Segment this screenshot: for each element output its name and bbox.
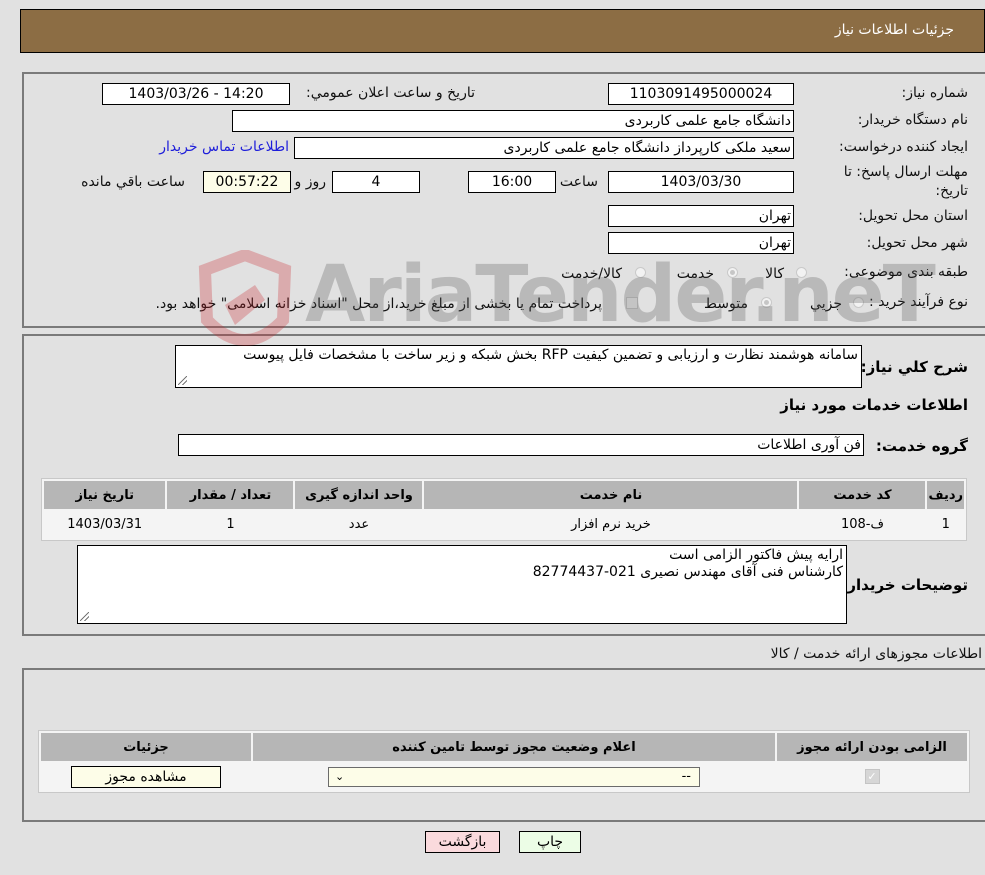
cell-unit: عدد	[295, 511, 423, 538]
category-goods-radio[interactable]	[796, 267, 807, 278]
col-permit-details: جزئیات	[41, 733, 251, 761]
buyer-notes-label: توضیحات خریدار:	[841, 576, 968, 594]
category-service-radio[interactable]	[727, 267, 738, 278]
city-field: تهران	[608, 232, 794, 254]
col-unit: واحد اندازه گیری	[295, 481, 423, 509]
announce-datetime-field: 1403/03/26 - 14:20	[102, 83, 290, 105]
category-service-label: خدمت	[676, 266, 714, 282]
col-service-name: نام خدمت	[424, 481, 798, 509]
service-group-label: گروه خدمت:	[875, 437, 968, 455]
permits-table-header: الزامی بودن ارائه مجوز اعلام وضعیت مجوز …	[41, 733, 967, 761]
col-quantity: تعداد / مقدار	[167, 481, 294, 509]
col-permit-status: اعلام وضعیت مجوز توسط تامین کننده	[253, 733, 775, 761]
col-row-number: ردیف	[927, 481, 964, 509]
creator-label: ایجاد کننده درخواست:	[839, 139, 968, 155]
treasury-checkbox[interactable]	[626, 297, 638, 309]
category-label: طبقه بندی موضوعی:	[844, 264, 968, 280]
chevron-down-icon: ⌄	[335, 769, 345, 783]
cell-quantity: 1	[167, 511, 294, 538]
print-button[interactable]: چاپ	[519, 831, 581, 853]
process-type-label: نوع فرآیند خرید :	[869, 294, 968, 310]
buyer-notes-line-2: کارشناس فنی آقای مهندس نصیری 021-8277443…	[532, 564, 843, 580]
col-service-code: کد خدمت	[799, 481, 926, 509]
description-label: شرح کلي نیاز:	[860, 358, 968, 376]
cell-permit-details: مشاهده مجوز	[41, 763, 251, 790]
process-small-radio[interactable]	[853, 297, 864, 308]
announce-label: تاریخ و ساعت اعلان عمومي:	[306, 85, 475, 101]
resize-grip-icon[interactable]	[80, 612, 89, 621]
need-details-panel: شماره نیاز: 1103091495000024 تاریخ و ساع…	[22, 72, 985, 328]
buyer-notes-textarea[interactable]: ارایه پیش فاکتور الزامی است کارشناس فنی …	[77, 545, 847, 624]
time-remaining-label: ساعت باقي مانده	[81, 174, 185, 190]
buyer-contact-link[interactable]: اطلاعات تماس خریدار	[159, 139, 289, 155]
permit-status-select[interactable]: -- ⌄	[328, 766, 700, 787]
deadline-label-2: تاریخ:	[935, 183, 968, 199]
cell-row-number: 1	[927, 511, 964, 538]
buyer-org-field: دانشگاه جامع علمی کاربردی	[232, 110, 794, 132]
deadline-time-label: ساعت	[559, 174, 598, 190]
permits-title: اطلاعات مجوزهای ارائه خدمت / کالا	[770, 646, 982, 662]
services-table-header: ردیف کد خدمت نام خدمت واحد اندازه گیری ت…	[44, 481, 964, 509]
buyer-org-label: نام دستگاه خریدار:	[857, 112, 968, 128]
category-goods-label: کالا	[765, 266, 784, 282]
col-need-date: تاریخ نیاز	[44, 481, 166, 509]
services-table: ردیف کد خدمت نام خدمت واحد اندازه گیری ت…	[41, 478, 967, 541]
days-label: روز و	[294, 174, 327, 190]
days-remaining-field: 4	[332, 171, 420, 193]
category-goods-service-label: کالا/خدمت	[561, 266, 622, 282]
permits-table: الزامی بودن ارائه مجوز اعلام وضعیت مجوز …	[38, 730, 970, 793]
view-permit-button[interactable]: مشاهده مجوز	[71, 765, 221, 788]
table-row: ✓ -- ⌄ مشاهده مجوز	[41, 763, 967, 790]
cell-permit-required: ✓	[777, 763, 967, 790]
treasury-checkbox-label: پرداخت تمام یا بخشی از مبلغ خرید،از محل …	[155, 296, 602, 312]
need-description-panel: شرح کلي نیاز: سامانه هوشمند نظارت و ارزی…	[22, 334, 985, 636]
description-text: سامانه هوشمند نظارت و ارزیابی و تضمین کی…	[243, 347, 858, 363]
time-remaining-field: 00:57:22	[203, 171, 291, 193]
cell-permit-status: -- ⌄	[253, 763, 775, 790]
process-small-label: جزیي	[810, 296, 842, 312]
category-goods-service-radio[interactable]	[635, 267, 646, 278]
creator-field: سعید ملکی کارپرداز دانشگاه جامع علمی کار…	[294, 137, 794, 159]
description-textarea[interactable]: سامانه هوشمند نظارت و ارزیابی و تضمین کی…	[175, 345, 862, 388]
page-title: جزئیات اطلاعات نیاز	[834, 22, 954, 38]
deadline-date-field: 1403/03/30	[608, 171, 794, 193]
permit-required-checkbox[interactable]: ✓	[864, 769, 880, 784]
col-permit-required: الزامی بودن ارائه مجوز	[777, 733, 967, 761]
buyer-notes-line-1: ارایه پیش فاکتور الزامی است	[669, 547, 843, 563]
deadline-label: مهلت ارسال پاسخ: تا	[843, 164, 968, 180]
page-header: جزئیات اطلاعات نیاز	[20, 9, 985, 53]
table-row: 1 ف-108 خرید نرم افزار عدد 1 1403/03/31	[44, 511, 964, 538]
cell-need-date: 1403/03/31	[44, 511, 166, 538]
deadline-time-field: 16:00	[468, 171, 556, 193]
cell-service-name: خرید نرم افزار	[424, 511, 798, 538]
back-button[interactable]: بازگشت	[425, 831, 500, 853]
cell-service-code: ف-108	[799, 511, 926, 538]
permits-panel: الزامی بودن ارائه مجوز اعلام وضعیت مجوز …	[22, 668, 985, 822]
need-number-label: شماره نیاز:	[901, 85, 969, 101]
city-label: شهر محل تحویل:	[866, 235, 968, 251]
process-medium-radio[interactable]	[761, 297, 772, 308]
resize-grip-icon[interactable]	[178, 376, 187, 385]
permit-status-selected: --	[681, 768, 691, 784]
province-field: تهران	[608, 205, 794, 227]
province-label: استان محل تحویل:	[858, 208, 968, 224]
process-medium-label: متوسط	[704, 296, 748, 312]
services-heading: اطلاعات خدمات مورد نیاز	[780, 396, 968, 414]
service-group-field: فن آوری اطلاعات	[178, 434, 864, 456]
need-number-field: 1103091495000024	[608, 83, 794, 105]
